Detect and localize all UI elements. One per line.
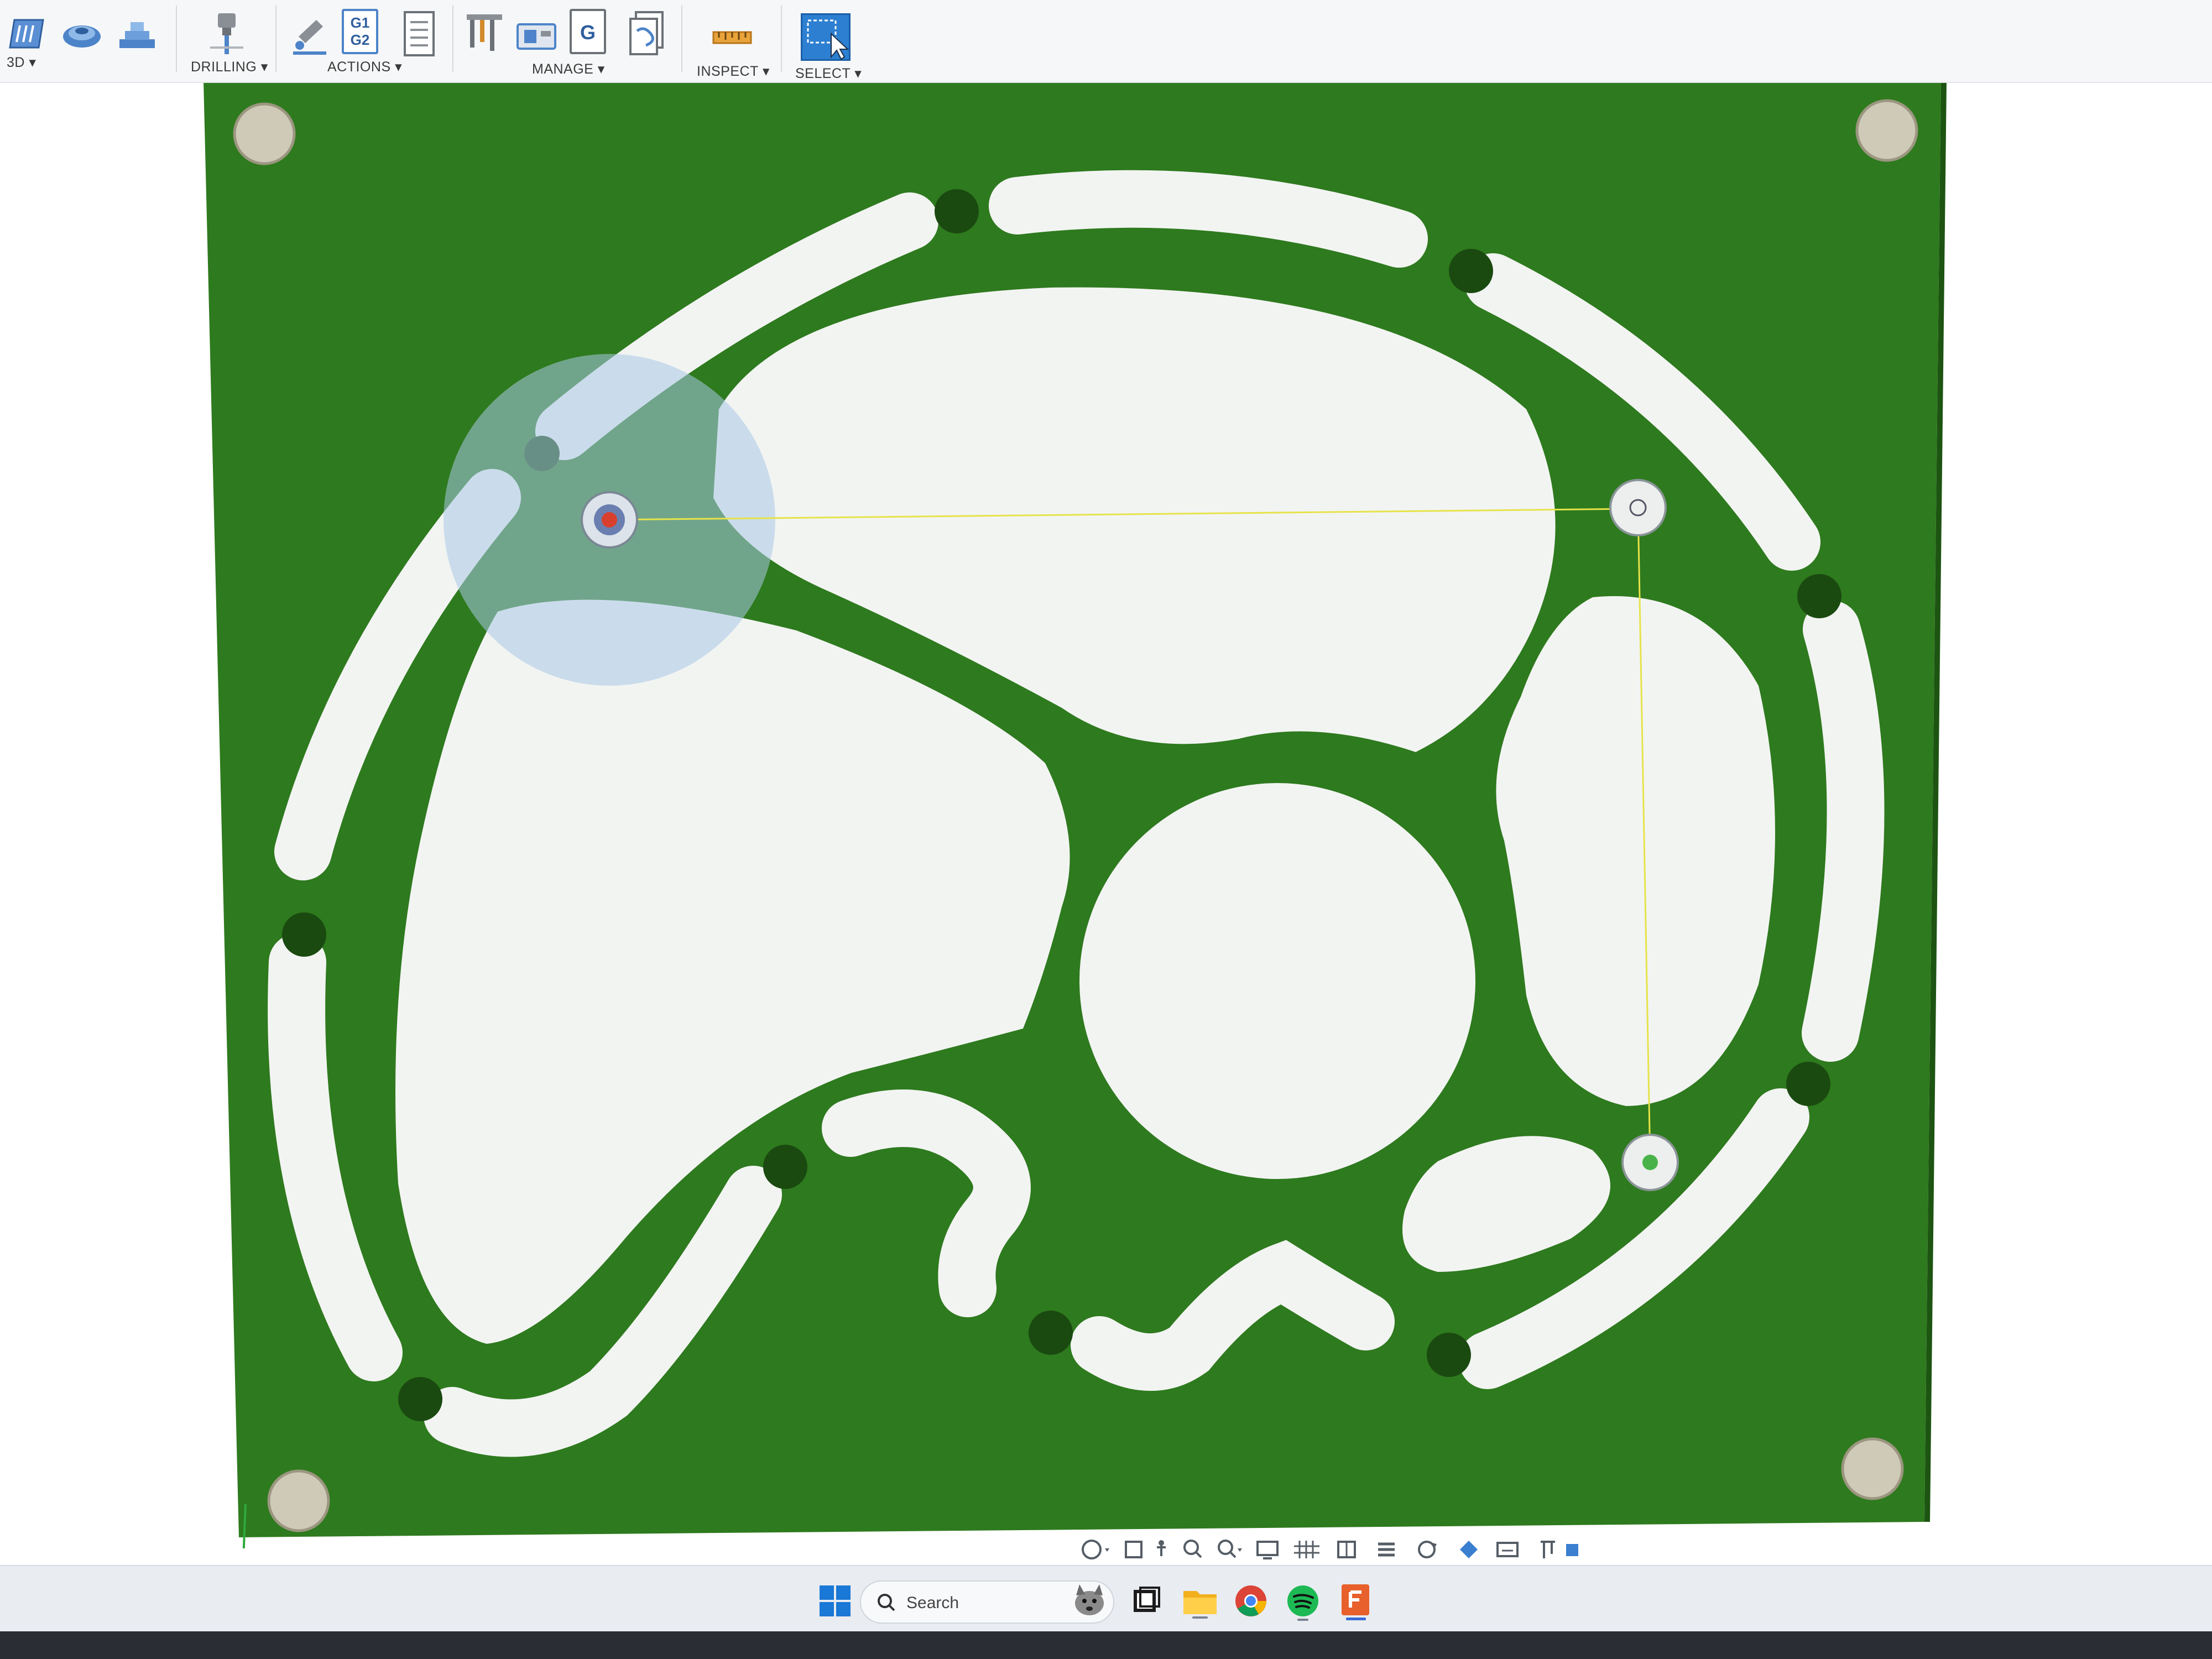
simulate-icon[interactable] [288,9,332,59]
search-icon [878,1594,895,1611]
template-library-icon[interactable] [624,9,668,59]
task-view-icon[interactable] [1124,1579,1168,1623]
look-at-icon[interactable] [1125,1541,1142,1558]
nav-bar-icons [1082,1540,1578,1559]
pocket-center-circle[interactable] [1079,783,1475,1179]
post-process-icon[interactable]: G1 G2 [342,9,378,54]
toolbar-label-actions[interactable]: ACTIONS ▾ [327,59,402,75]
orbit-icon[interactable] [1082,1540,1109,1559]
toolbar-label-inspect[interactable]: INSPECT ▾ [697,63,770,80]
toolbar-group-inspect: INSPECT ▾ [688,3,782,81]
spotify-icon[interactable] [1281,1579,1325,1623]
tool-visibility-icon[interactable] [1541,1541,1555,1558]
toolbar-group-drilling: DRILLING ▾ [182,3,276,81]
part-model[interactable] [0,82,2212,1561]
canvas-viewport[interactable] [0,82,2212,1561]
hole-marker-right-top[interactable] [1609,479,1667,536]
search-placeholder: Search [906,1594,959,1612]
toolbar-separator [176,6,177,72]
pocket-3d-icon[interactable] [60,9,104,59]
cursor-arrow-icon [807,19,849,60]
corner-hole-bottom-left[interactable] [267,1469,330,1532]
post-process-text-bottom: G2 [350,32,370,48]
toolbar-separator [275,6,276,72]
measure-icon[interactable] [710,9,754,59]
hole-marker-left[interactable] [581,491,638,549]
file-explorer-icon[interactable] [1178,1579,1222,1623]
toolbar-label-manage[interactable]: MANAGE ▾ [532,61,605,77]
post-library-icon[interactable]: G [570,9,606,54]
pocket-right[interactable] [1496,596,1775,1106]
toolbar-separator [781,6,782,72]
contour-3d-icon[interactable] [4,9,49,59]
corner-hole-bottom-right[interactable] [1841,1437,1904,1500]
fusion-360-icon[interactable] [1334,1579,1378,1623]
outer-slot[interactable] [1802,601,1885,1062]
drill-icon[interactable] [205,9,249,59]
toolbar-group-actions: G1 G2 ACTIONS ▾ [282,3,448,81]
post-process-text-top: G1 [350,14,370,31]
corner-hole-top-left[interactable] [233,102,296,165]
toolbar-group-select: SELECT ▾ [787,3,881,81]
toolbar-separator [681,6,682,72]
adaptive-3d-icon[interactable] [115,9,159,59]
shading-icon[interactable] [1460,1541,1478,1558]
taskbar-bezel [0,1631,2212,1659]
layers-icon[interactable] [1378,1542,1395,1557]
grid-icon[interactable] [1294,1541,1319,1558]
viewports-icon[interactable] [1337,1541,1356,1558]
refresh-icon[interactable] [1418,1541,1437,1558]
toolbar-label-select[interactable]: SELECT ▾ [795,65,862,82]
viewport-nav-bar [1073,1532,1582,1568]
tool-library-icon[interactable] [462,9,507,59]
toolbar-label-3d[interactable]: 3D ▾ [7,54,36,71]
zoom-icon[interactable] [1183,1540,1202,1558]
post-library-text: G [580,21,596,44]
display-settings-icon[interactable] [1256,1541,1279,1559]
setup-sheet-icon[interactable] [397,9,441,59]
toolbar-label-drilling[interactable]: DRILLING ▾ [191,59,268,75]
toolbar-group-manage: G MANAGE ▾ [459,3,680,81]
windows-start-icon[interactable] [813,1579,857,1623]
toolbar-group-3d: 3D ▾ [0,3,177,81]
hole-marker-right-bottom[interactable] [1621,1134,1679,1191]
environment-icon[interactable] [1496,1542,1519,1557]
corner-hole-top-right[interactable] [1855,99,1918,162]
fit-icon[interactable] [1218,1540,1242,1558]
cam-toolbar: 3D ▾ DRILLING ▾ G1 G2 ACTIONS ▾ G MANAGE… [0,0,2212,83]
chrome-icon[interactable] [1229,1579,1273,1623]
toolbar-separator [452,6,453,72]
stock-visibility-icon[interactable] [1566,1544,1578,1556]
pan-icon[interactable] [1157,1540,1166,1556]
machine-library-icon[interactable] [514,9,559,59]
select-icon[interactable] [801,13,851,61]
widgets-dog-icon[interactable] [1067,1579,1112,1623]
